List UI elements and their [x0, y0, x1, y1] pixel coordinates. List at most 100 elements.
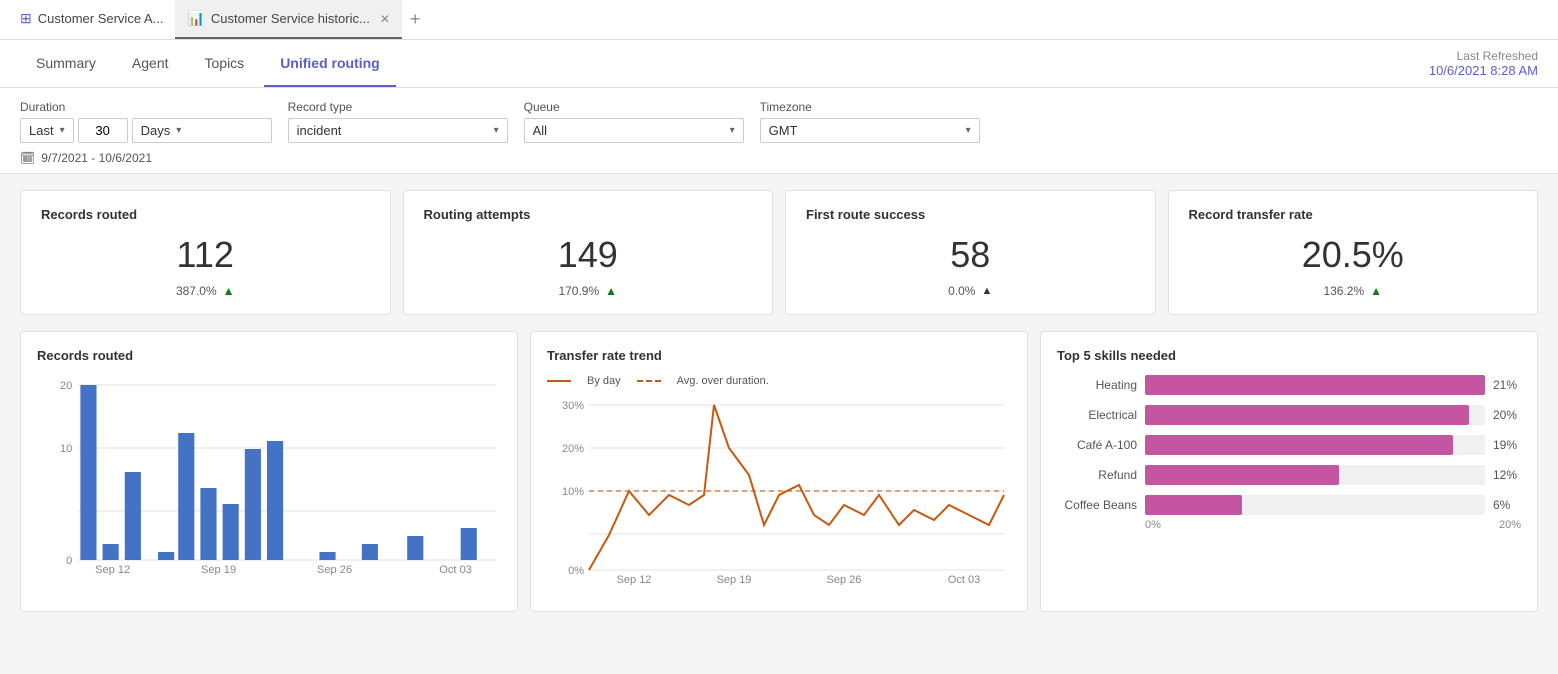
transfer-rate-chart-title: Transfer rate trend: [547, 348, 1011, 363]
hbar-track-coffee: [1145, 495, 1485, 515]
line-chart-svg: 30% 20% 10% 0% Sep 12 Sep 19 Sep 26 Oct …: [547, 395, 1011, 585]
charts-row: Records routed 20 10 0: [20, 331, 1538, 612]
tab-agent[interactable]: Agent: [116, 41, 185, 87]
kpi-record-transfer-rate: Record transfer rate 20.5% 136.2% ▲: [1168, 190, 1539, 315]
list-item: Café A-100 19%: [1057, 435, 1521, 455]
last-refreshed-value: 10/6/2021 8:28 AM: [1429, 63, 1538, 78]
hbar-axis: 0% 20%: [1057, 519, 1521, 531]
chevron-down-icon: ▾: [176, 125, 181, 136]
hbar-track-electrical: [1145, 405, 1485, 425]
kpi-record-transfer-rate-value: 20.5%: [1189, 234, 1518, 276]
top-skills-chart-title: Top 5 skills needed: [1057, 348, 1521, 363]
close-icon[interactable]: ✕: [380, 12, 390, 26]
svg-text:0: 0: [66, 555, 72, 567]
queue-value: All: [533, 123, 547, 138]
duration-filter: Duration Last ▾ Days ▾: [20, 100, 272, 143]
chevron-down-icon: ▾: [730, 125, 735, 136]
duration-prefix-select[interactable]: Last ▾: [20, 118, 74, 143]
list-item: Coffee Beans 6%: [1057, 495, 1521, 515]
duration-number-input[interactable]: [78, 118, 128, 143]
filters-bar: Duration Last ▾ Days ▾ Record type incid…: [0, 88, 1558, 174]
browser-tab-bar: ⊞ Customer Service A... 📊 Customer Servi…: [0, 0, 1558, 40]
kpi-record-transfer-rate-title: Record transfer rate: [1189, 207, 1518, 222]
chevron-down-icon: ▾: [60, 125, 65, 136]
kpi-records-routed-value: 112: [41, 234, 370, 276]
kpi-first-route-success-footer: 0.0% ▲: [806, 284, 1135, 298]
queue-select[interactable]: All ▾: [524, 118, 744, 143]
svg-text:Sep 19: Sep 19: [717, 574, 752, 585]
svg-text:10: 10: [60, 443, 72, 455]
top-skills-chart: Top 5 skills needed Heating 21% Electric…: [1040, 331, 1538, 612]
svg-text:20%: 20%: [562, 443, 584, 455]
tab-unified-routing[interactable]: Unified routing: [264, 41, 396, 87]
skill-pct-cafe: 19%: [1493, 438, 1521, 452]
queue-filter: Queue All ▾: [524, 100, 744, 143]
skill-pct-refund: 12%: [1493, 468, 1521, 482]
tab-topics[interactable]: Topics: [189, 41, 261, 87]
skill-label-heating: Heating: [1057, 378, 1137, 392]
browser-tab-1[interactable]: ⊞ Customer Service A...: [8, 0, 175, 39]
chevron-down-icon: ▾: [966, 125, 971, 136]
skill-label-cafe: Café A-100: [1057, 438, 1137, 452]
svg-text:20: 20: [60, 380, 72, 392]
transfer-rate-chart: Transfer rate trend By day Avg. over dur…: [530, 331, 1028, 612]
skill-label-refund: Refund: [1057, 468, 1137, 482]
tab1-label: Customer Service A...: [38, 11, 164, 26]
skill-label-coffee: Coffee Beans: [1057, 498, 1137, 512]
last-refreshed: Last Refreshed 10/6/2021 8:28 AM: [1429, 49, 1538, 78]
hbar-track-heating: [1145, 375, 1485, 395]
kpi-routing-attempts-value: 149: [424, 234, 753, 276]
kpi-cards-row: Records routed 112 387.0% ▲ Routing atte…: [20, 190, 1538, 315]
svg-text:Sep 26: Sep 26: [317, 564, 352, 575]
date-range: 🗓 9/7/2021 - 10/6/2021: [20, 151, 1538, 165]
main-content: Records routed 112 387.0% ▲ Routing atte…: [0, 174, 1558, 628]
hbar-track-cafe: [1145, 435, 1485, 455]
kpi-first-route-success-pct: 0.0%: [948, 284, 975, 298]
svg-text:Sep 26: Sep 26: [827, 574, 862, 585]
skill-pct-electrical: 20%: [1493, 408, 1521, 422]
axis-min: 0%: [1145, 519, 1161, 531]
timezone-select[interactable]: GMT ▾: [760, 118, 980, 143]
svg-text:0%: 0%: [568, 565, 584, 577]
record-type-label: Record type: [288, 100, 508, 114]
calendar-icon: 🗓: [20, 151, 35, 165]
arrow-up-icon: ▲: [981, 285, 992, 297]
add-tab-button[interactable]: +: [402, 0, 429, 39]
queue-label: Queue: [524, 100, 744, 114]
hbar-fill-cafe: [1145, 435, 1453, 455]
records-routed-chart: Records routed 20 10 0: [20, 331, 518, 612]
chart-icon: 📊: [187, 10, 204, 27]
nav-tabs-bar: Summary Agent Topics Unified routing Las…: [0, 40, 1558, 88]
record-type-select[interactable]: incident ▾: [288, 118, 508, 143]
chevron-down-icon: ▾: [494, 125, 499, 136]
tab2-label: Customer Service historic...: [211, 11, 370, 26]
list-item: Heating 21%: [1057, 375, 1521, 395]
svg-text:10%: 10%: [562, 486, 584, 498]
duration-label: Duration: [20, 100, 272, 114]
kpi-record-transfer-rate-footer: 136.2% ▲: [1189, 284, 1518, 298]
timezone-label: Timezone: [760, 100, 980, 114]
kpi-routing-attempts-pct: 170.9%: [558, 284, 599, 298]
kpi-records-routed-title: Records routed: [41, 207, 370, 222]
line-chart-container: 30% 20% 10% 0% Sep 12 Sep 19 Sep 26 Oct …: [547, 395, 1011, 595]
tab-summary[interactable]: Summary: [20, 41, 112, 87]
legend-solid-line: [547, 380, 571, 382]
browser-tab-2[interactable]: 📊 Customer Service historic... ✕: [175, 0, 401, 39]
bar-chart-container: 20 10 0: [37, 375, 501, 575]
svg-text:Sep 12: Sep 12: [617, 574, 652, 585]
timezone-filter: Timezone GMT ▾: [760, 100, 980, 143]
kpi-routing-attempts-footer: 170.9% ▲: [424, 284, 753, 298]
hbar-fill-coffee: [1145, 495, 1242, 515]
arrow-up-icon: ▲: [1370, 284, 1382, 298]
hbar-fill-electrical: [1145, 405, 1469, 425]
hbar-fill-heating: [1145, 375, 1485, 395]
last-refreshed-label: Last Refreshed: [1429, 49, 1538, 63]
hbar-track-refund: [1145, 465, 1485, 485]
kpi-first-route-success: First route success 58 0.0% ▲: [785, 190, 1156, 315]
svg-text:Sep 12: Sep 12: [95, 564, 130, 575]
skill-pct-coffee: 6%: [1493, 498, 1521, 512]
legend-day-label: By day: [587, 375, 621, 387]
kpi-first-route-success-title: First route success: [806, 207, 1135, 222]
hbar-chart: Heating 21% Electrical 20% Café A-100: [1057, 375, 1521, 515]
duration-unit-select[interactable]: Days ▾: [132, 118, 272, 143]
